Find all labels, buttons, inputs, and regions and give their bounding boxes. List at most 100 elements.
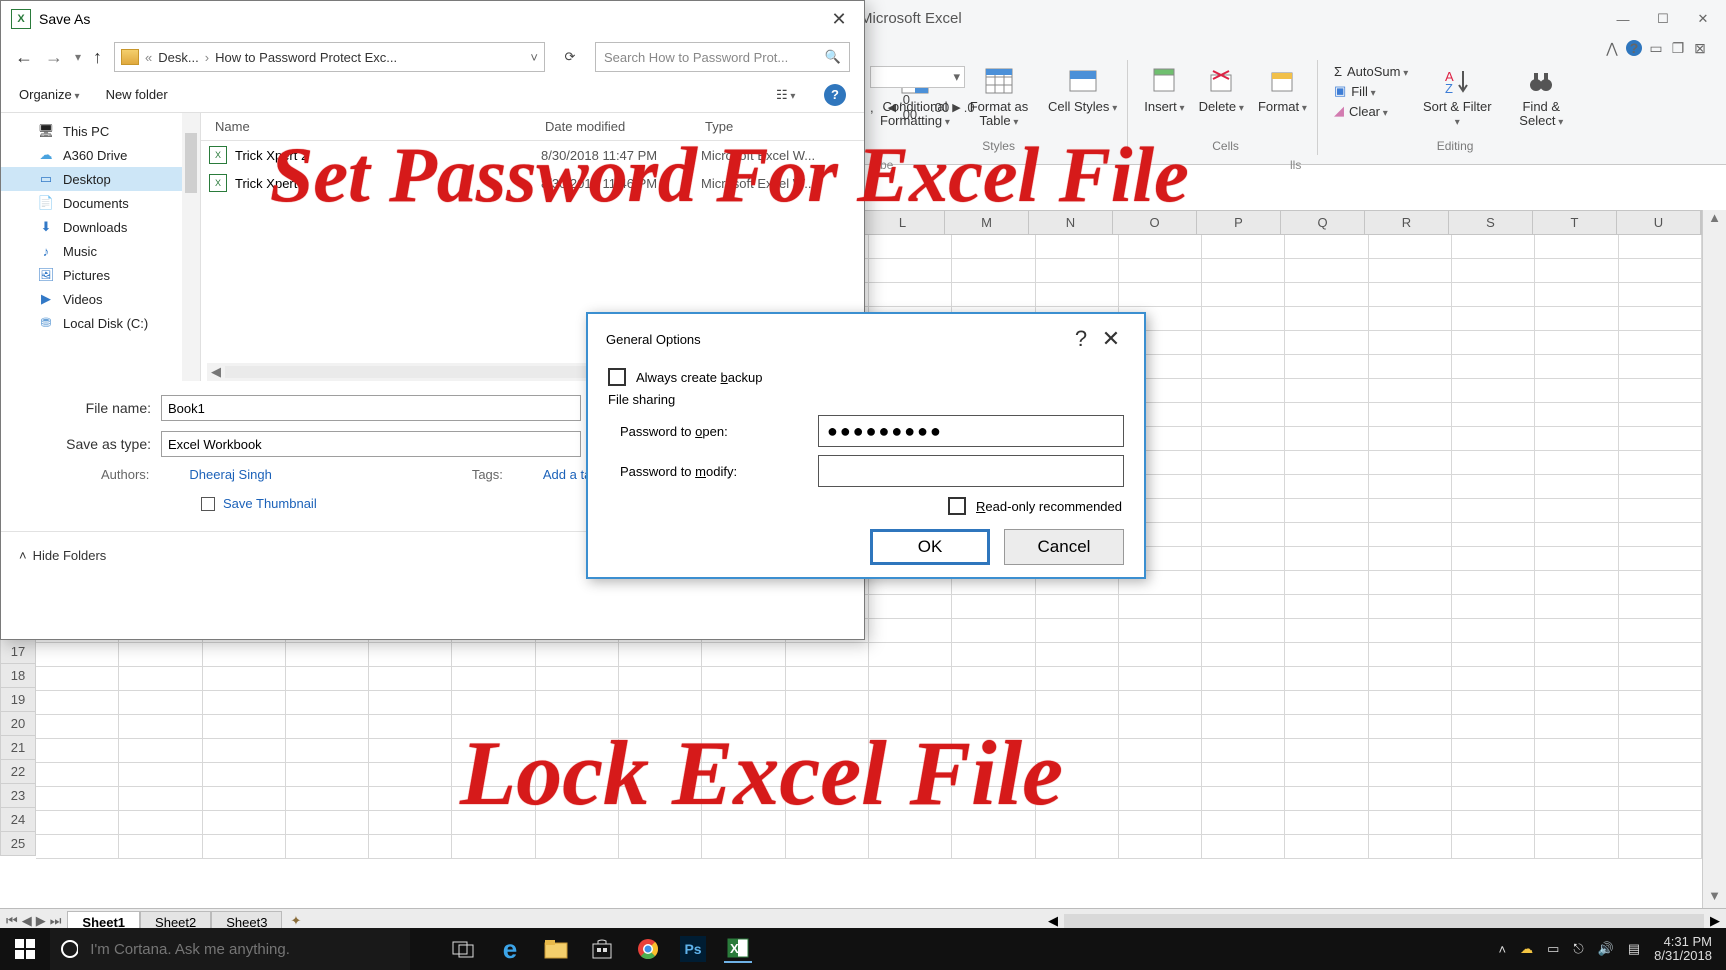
vertical-scrollbar[interactable]: ▲ ▼ [1702,210,1726,908]
number-format-dropdown[interactable]: ▾ [870,66,965,88]
sort-filter-button[interactable]: AZ Sort & Filter [1422,64,1492,129]
sheet-nav-next[interactable]: ▶ [36,913,46,929]
row-21[interactable]: 21 [0,736,36,760]
row-23[interactable]: 23 [0,784,36,808]
nav-downloads[interactable]: ⬇Downloads [1,215,200,239]
col-Q[interactable]: Q [1281,211,1365,234]
window-close-icon[interactable]: ⊠ [1692,40,1708,56]
format-as-table-button[interactable]: Format as Table [964,64,1034,129]
search-box[interactable]: Search How to Password Prot... 🔍 [595,42,850,72]
col-S[interactable]: S [1449,211,1533,234]
header-type[interactable]: Type [691,119,831,134]
insert-button[interactable]: Insert [1144,64,1184,114]
row-20[interactable]: 20 [0,712,36,736]
sheet-nav-prev[interactable]: ◀ [22,913,32,929]
nav-back-button[interactable]: ← [15,47,33,68]
new-sheet-button[interactable]: ✦ [290,913,301,929]
nav-recent-button[interactable]: ▾ [75,50,81,64]
row-17[interactable]: 17 [0,640,36,664]
row-19[interactable]: 19 [0,688,36,712]
dialog-close-button[interactable]: ✕ [824,4,854,34]
save-thumbnail-checkbox[interactable] [201,497,215,511]
cell-styles-button[interactable]: Cell Styles [1048,64,1117,114]
nav-up-button[interactable]: ↑ [93,47,102,68]
autosum-button[interactable]: ΣAutoSum [1334,64,1408,79]
help-icon[interactable]: ? [1626,40,1642,56]
nav-scrollbar[interactable] [182,113,200,381]
password-modify-input[interactable] [818,455,1124,487]
tray-volume-icon[interactable]: 🔊 [1598,941,1614,957]
nav-forward-button[interactable]: → [45,47,63,68]
row-18[interactable]: 18 [0,664,36,688]
cancel-button[interactable]: Cancel [1004,529,1124,565]
readonly-checkbox[interactable] [948,497,966,515]
row-24[interactable]: 24 [0,808,36,832]
address-dropdown[interactable]: ˅ [530,50,538,65]
col-M[interactable]: M [945,211,1029,234]
delete-button[interactable]: Delete [1199,64,1244,114]
always-backup-checkbox[interactable] [608,368,626,386]
col-N[interactable]: N [1029,211,1113,234]
saveas-type-select[interactable] [161,431,581,457]
nav-this-pc[interactable]: 🖥This PC [1,119,200,143]
address-bar[interactable]: « Desk... › How to Password Protect Exc.… [114,42,545,72]
sheet-nav-last[interactable]: ⏭ [50,913,62,929]
file-explorer-icon[interactable] [542,935,570,963]
ribbon-minimize-icon[interactable]: ⋀ [1604,40,1620,56]
find-select-button[interactable]: Find & Select [1506,64,1576,129]
col-P[interactable]: P [1197,211,1281,234]
nav-desktop[interactable]: ▭Desktop [1,167,200,191]
new-folder-button[interactable]: New folder [106,87,168,102]
start-button[interactable] [0,928,50,970]
view-options-button[interactable]: ☷ [776,87,798,103]
maximize-button[interactable]: ☐ [1652,8,1674,30]
file-row[interactable]: X Trick Xpert 2 8/30/2018 11:47 PM Micro… [201,141,864,169]
organize-button[interactable]: Organize [19,87,80,102]
tray-wifi-icon[interactable]: ⎋ [1573,941,1583,957]
header-date[interactable]: Date modified [531,119,691,134]
photoshop-icon[interactable]: Ps [680,936,706,962]
nav-local-disk[interactable]: ⛃Local Disk (C:) [1,311,200,335]
row-25[interactable]: 25 [0,832,36,856]
file-row[interactable]: X Trick Xpert 8/30/2018 11:46 PM Microso… [201,169,864,197]
breadcrumb-1[interactable]: Desk... [158,50,198,65]
hide-folders-button[interactable]: ˄ Hide Folders [19,548,106,563]
nav-videos[interactable]: ▶Videos [1,287,200,311]
tray-battery-icon[interactable]: ▭ [1547,941,1559,957]
clear-button[interactable]: ◢Clear [1334,103,1388,119]
hscroll-right[interactable]: ▶ [1710,913,1720,929]
nav-music[interactable]: ♪Music [1,239,200,263]
password-open-input[interactable] [818,415,1124,447]
filename-input[interactable] [161,395,581,421]
sheet-nav-first[interactable]: ⏮ [6,913,18,929]
tray-onedrive-icon[interactable]: ☁ [1520,941,1533,957]
col-T[interactable]: T [1533,211,1617,234]
format-button[interactable]: Format [1258,64,1307,114]
nav-documents[interactable]: 📄Documents [1,191,200,215]
nav-a360[interactable]: ☁A360 Drive [1,143,200,167]
hscroll-left[interactable]: ◀ [1048,913,1058,929]
col-O[interactable]: O [1113,211,1197,234]
close-button[interactable]: ✕ [1692,8,1714,30]
tray-notifications-icon[interactable]: ▤ [1628,941,1640,957]
genopt-close-button[interactable]: ✕ [1096,326,1126,352]
edge-icon[interactable]: e [496,935,524,963]
refresh-button[interactable]: ⟳ [557,49,583,65]
cortana-search[interactable] [50,928,410,970]
cortana-input[interactable] [90,941,410,958]
clock[interactable]: 4:31 PM 8/31/2018 [1654,935,1712,964]
genopt-help-button[interactable]: ? [1066,326,1096,352]
col-U[interactable]: U [1617,211,1701,234]
tray-chevron-icon[interactable]: ˄ [1498,942,1506,957]
dialog-help-button[interactable]: ? [824,84,846,106]
window-min-icon[interactable]: ▭ [1648,40,1664,56]
ok-button[interactable]: OK [870,529,990,565]
authors-value[interactable]: Dheeraj Singh [189,467,271,482]
window-restore-icon[interactable]: ❐ [1670,40,1686,56]
col-L[interactable]: L [861,211,945,234]
row-22[interactable]: 22 [0,760,36,784]
store-icon[interactable] [588,935,616,963]
chrome-icon[interactable] [634,935,662,963]
hscroll-track[interactable] [1064,914,1704,928]
col-R[interactable]: R [1365,211,1449,234]
